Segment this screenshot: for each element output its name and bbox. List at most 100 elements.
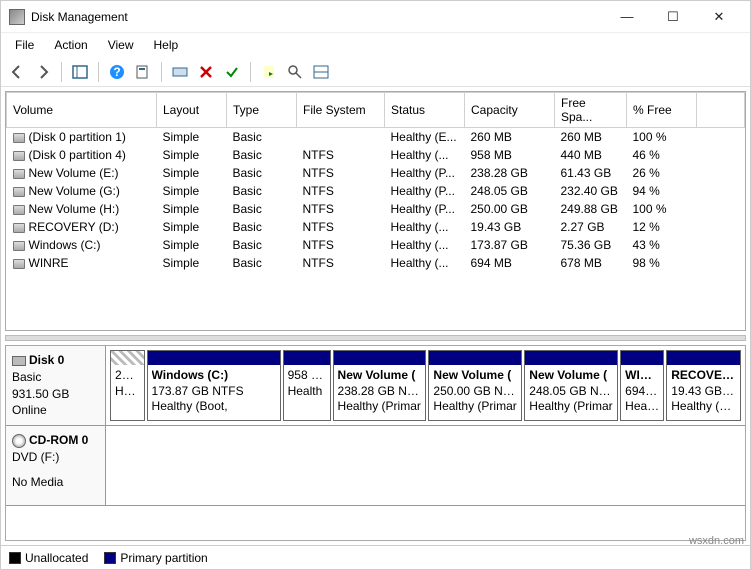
forward-button[interactable] xyxy=(31,60,55,84)
separator xyxy=(98,62,99,82)
legend-unallocated: Unallocated xyxy=(9,551,88,565)
cell-capacity: 694 MB xyxy=(465,254,555,272)
disk-0-type: Basic xyxy=(12,369,99,386)
maximize-button[interactable]: ☐ xyxy=(650,1,696,33)
cell-layout: Simple xyxy=(157,200,227,218)
partition[interactable]: 958 MB Health xyxy=(283,350,331,421)
volume-icon xyxy=(13,133,25,143)
partition[interactable]: New Volume ( 250.00 GB NTFS Healthy (Pri… xyxy=(428,350,522,421)
cell-type: Basic xyxy=(227,146,297,164)
column-headers[interactable]: Volume Layout Type File System Status Ca… xyxy=(7,93,745,128)
volume-row[interactable]: New Volume (G:) Simple Basic NTFS Health… xyxy=(7,182,745,200)
col-volume[interactable]: Volume xyxy=(7,93,157,128)
cell-free: 75.36 GB xyxy=(555,236,627,254)
show-hide-tree-button[interactable] xyxy=(68,60,92,84)
col-status[interactable]: Status xyxy=(385,93,465,128)
partition-status: Healthy (Primar xyxy=(338,399,422,415)
cell-pct: 94 % xyxy=(627,182,697,200)
separator xyxy=(250,62,251,82)
partition[interactable]: Windows (C:) 173.87 GB NTFS Healthy (Boo… xyxy=(147,350,281,421)
properties-button[interactable] xyxy=(131,60,155,84)
disk-row-0[interactable]: Disk 0 Basic 931.50 GB Online 260 M Heal… xyxy=(6,346,745,426)
window: Disk Management — ☐ ✕ File Action View H… xyxy=(0,0,751,570)
volume-row[interactable]: Windows (C:) Simple Basic NTFS Healthy (… xyxy=(7,236,745,254)
col-spacer xyxy=(697,93,745,128)
col-pct[interactable]: % Free xyxy=(627,93,697,128)
titlebar: Disk Management — ☐ ✕ xyxy=(1,1,750,33)
disk-row-cdrom[interactable]: CD-ROM 0 DVD (F:) No Media xyxy=(6,426,745,506)
cell-pct: 100 % xyxy=(627,200,697,218)
partition-bar xyxy=(667,351,740,365)
partition[interactable]: New Volume ( 248.05 GB NTFS Healthy (Pri… xyxy=(524,350,618,421)
menu-help[interactable]: Help xyxy=(146,35,187,55)
cdrom-header[interactable]: CD-ROM 0 DVD (F:) No Media xyxy=(6,426,106,505)
legend-primary: Primary partition xyxy=(104,551,207,565)
partition-button[interactable] xyxy=(168,60,192,84)
minimize-button[interactable]: — xyxy=(604,1,650,33)
cell-free: 440 MB xyxy=(555,146,627,164)
volume-row[interactable]: New Volume (H:) Simple Basic NTFS Health… xyxy=(7,200,745,218)
cell-fs: NTFS xyxy=(297,254,385,272)
delete-button[interactable] xyxy=(194,60,218,84)
swatch-primary xyxy=(104,552,116,564)
disk-0-header[interactable]: Disk 0 Basic 931.50 GB Online xyxy=(6,346,106,425)
volume-name: Windows (C:) xyxy=(29,238,101,252)
cell-free: 678 MB xyxy=(555,254,627,272)
disk-layout-button[interactable] xyxy=(309,60,333,84)
volume-row[interactable]: New Volume (E:) Simple Basic NTFS Health… xyxy=(7,164,745,182)
volume-row[interactable]: WINRE Simple Basic NTFS Healthy (... 694… xyxy=(7,254,745,272)
cell-layout: Simple xyxy=(157,182,227,200)
cdrom-name: CD-ROM 0 xyxy=(29,433,88,447)
hdd-icon xyxy=(12,356,26,366)
col-free[interactable]: Free Spa... xyxy=(555,93,627,128)
col-capacity[interactable]: Capacity xyxy=(465,93,555,128)
col-fs[interactable]: File System xyxy=(297,93,385,128)
col-layout[interactable]: Layout xyxy=(157,93,227,128)
toolbar: ? xyxy=(1,57,750,87)
partition-status: Healthy (Primar xyxy=(529,399,613,415)
cell-layout: Simple xyxy=(157,254,227,272)
menu-action[interactable]: Action xyxy=(46,35,95,55)
partition-name: WINRI xyxy=(625,368,659,384)
window-title: Disk Management xyxy=(31,10,604,24)
cell-free: 61.43 GB xyxy=(555,164,627,182)
volume-list[interactable]: Volume Layout Type File System Status Ca… xyxy=(5,91,746,331)
search-button[interactable] xyxy=(283,60,307,84)
volume-row[interactable]: (Disk 0 partition 1) Simple Basic Health… xyxy=(7,128,745,147)
close-button[interactable]: ✕ xyxy=(696,1,742,33)
volume-icon xyxy=(13,241,25,251)
cdrom-body xyxy=(106,426,745,505)
cell-pct: 46 % xyxy=(627,146,697,164)
disk-0-status: Online xyxy=(12,402,99,419)
volume-name: New Volume (H:) xyxy=(29,202,120,216)
splitter[interactable] xyxy=(5,335,746,341)
partition-size: 173.87 GB NTFS xyxy=(152,384,276,400)
swatch-unallocated xyxy=(9,552,21,564)
watermark: wsxdn.com xyxy=(689,535,744,547)
partition[interactable]: 260 M Health xyxy=(110,350,145,421)
check-button[interactable] xyxy=(220,60,244,84)
volume-row[interactable]: RECOVERY (D:) Simple Basic NTFS Healthy … xyxy=(7,218,745,236)
cell-fs: NTFS xyxy=(297,146,385,164)
partition[interactable]: WINRI 694 MI Health xyxy=(620,350,664,421)
partition[interactable]: RECOVERY 19.43 GB NTI Healthy (OEI xyxy=(666,350,741,421)
volume-name: WINRE xyxy=(29,256,69,270)
new-volume-button[interactable] xyxy=(257,60,281,84)
cell-pct: 12 % xyxy=(627,218,697,236)
partition[interactable]: New Volume ( 238.28 GB NTFS Healthy (Pri… xyxy=(333,350,427,421)
menu-file[interactable]: File xyxy=(7,35,42,55)
partition-size: 19.43 GB NTI xyxy=(671,384,736,400)
menu-view[interactable]: View xyxy=(100,35,142,55)
cell-status: Healthy (... xyxy=(385,218,465,236)
back-button[interactable] xyxy=(5,60,29,84)
partition-bar xyxy=(334,351,426,365)
partition-size: 250.00 GB NTFS xyxy=(433,384,517,400)
partition-size: 694 MI xyxy=(625,384,659,400)
help-button[interactable]: ? xyxy=(105,60,129,84)
partition-name: RECOVERY xyxy=(671,368,736,384)
col-type[interactable]: Type xyxy=(227,93,297,128)
cell-status: Healthy (E... xyxy=(385,128,465,147)
cell-layout: Simple xyxy=(157,164,227,182)
volume-row[interactable]: (Disk 0 partition 4) Simple Basic NTFS H… xyxy=(7,146,745,164)
partition-status: Health xyxy=(288,384,326,400)
